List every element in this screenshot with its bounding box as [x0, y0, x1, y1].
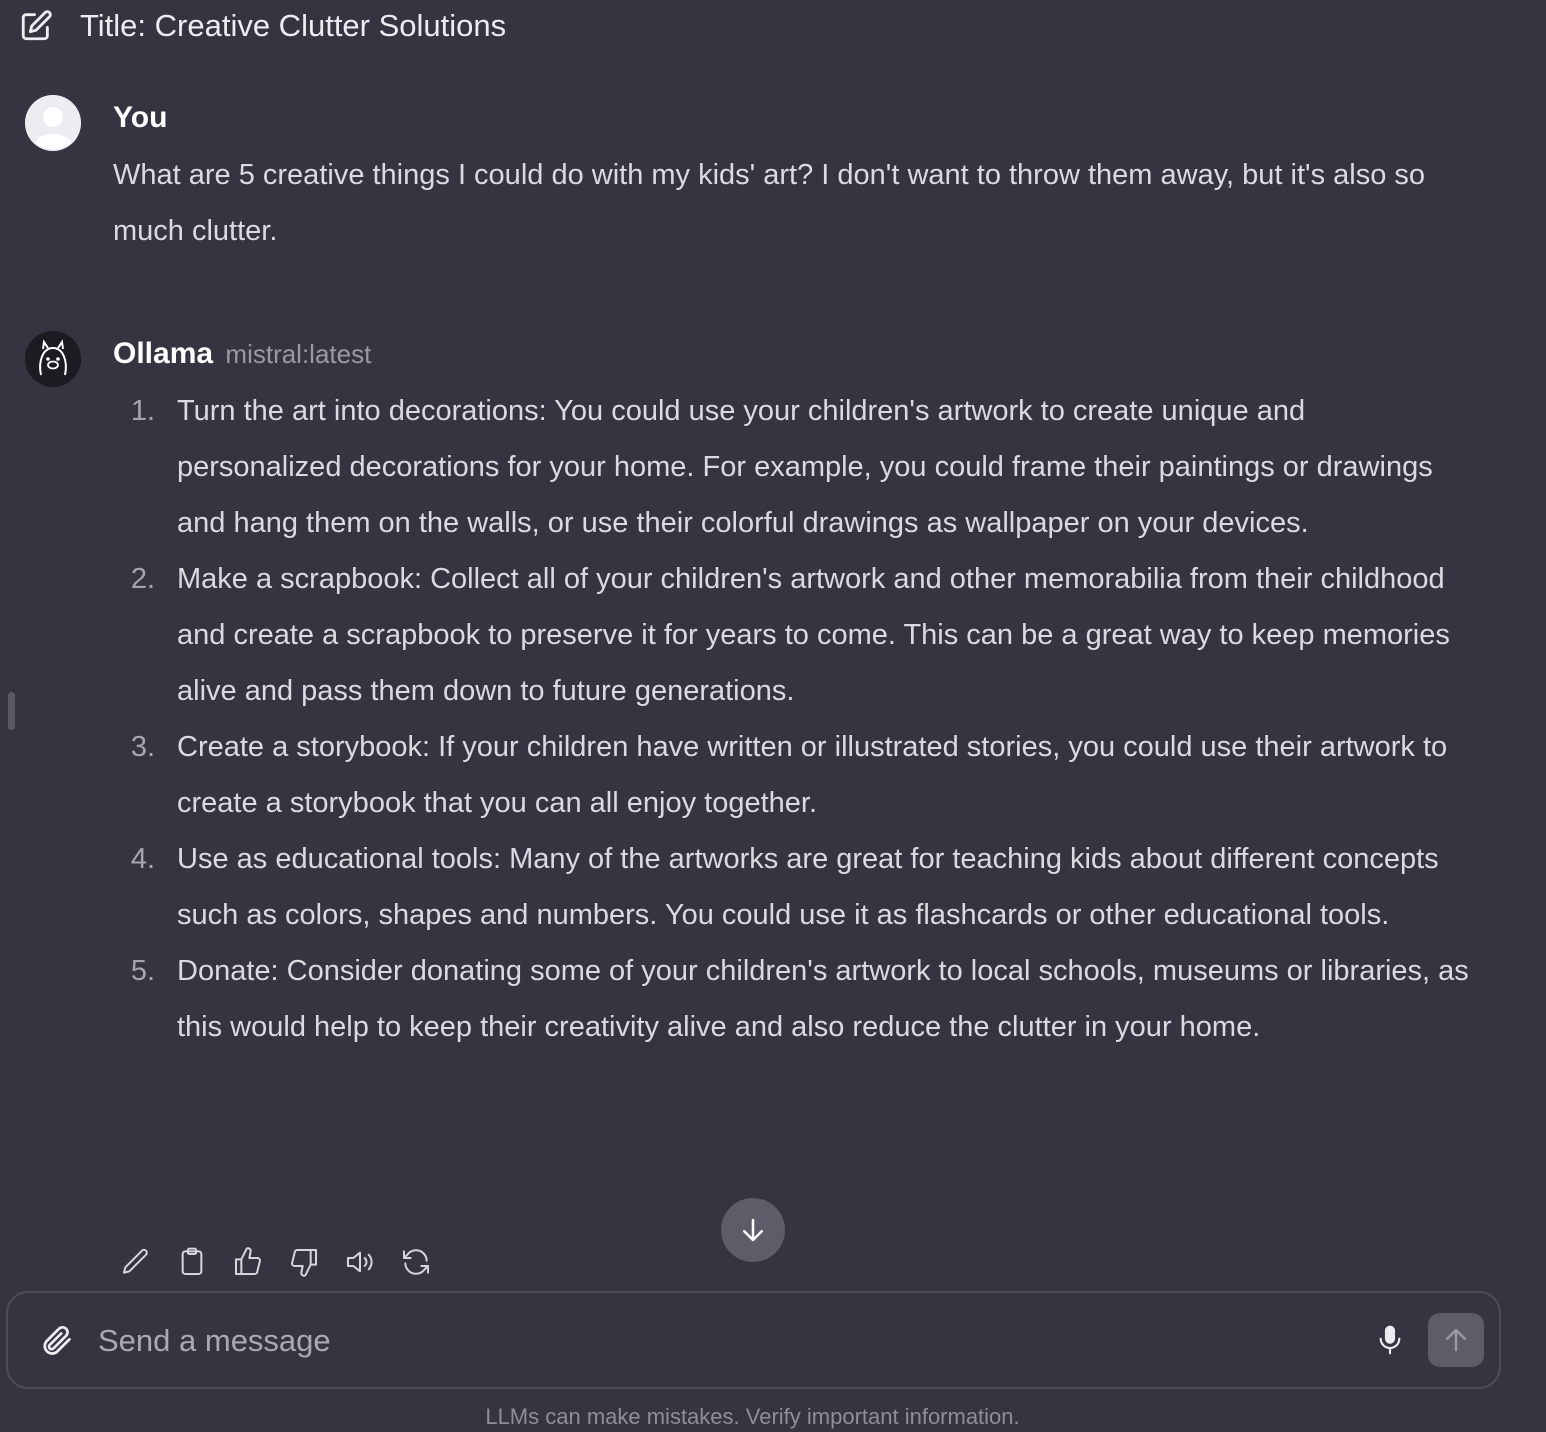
list-item-text: Use as educational tools: Many of the ar… — [177, 843, 1439, 931]
regenerate-icon[interactable] — [398, 1244, 434, 1280]
disclaimer-text: LLMs can make mistakes. Verify important… — [485, 1404, 1020, 1429]
sidebar-toggle-handle[interactable] — [8, 692, 15, 730]
edit-icon[interactable] — [118, 1244, 154, 1280]
arrow-down-icon — [743, 1218, 763, 1242]
thumbs-up-icon[interactable] — [230, 1244, 266, 1280]
chat-title: Title: Creative Clutter Solutions — [80, 8, 507, 43]
list-item: 4. Use as educational tools: Many of the… — [113, 831, 1473, 943]
llama-icon — [25, 331, 81, 387]
paperclip-icon[interactable] — [36, 1320, 76, 1360]
speaker-icon[interactable] — [342, 1244, 378, 1280]
edit-icon[interactable] — [18, 8, 54, 44]
chat-header: Title: Creative Clutter Solutions — [0, 0, 1546, 54]
list-item-number: 2. — [130, 563, 155, 595]
microphone-icon[interactable] — [1370, 1320, 1410, 1360]
list-item-number: 4. — [130, 843, 155, 875]
message-input[interactable] — [98, 1313, 1348, 1369]
list-item: 5. Donate: Consider donating some of you… — [113, 943, 1473, 1055]
list-item: 2. Make a scrapbook: Collect all of your… — [113, 551, 1473, 719]
thumbs-down-icon[interactable] — [286, 1244, 322, 1280]
copy-icon[interactable] — [174, 1244, 210, 1280]
list-item-number: 5. — [130, 955, 155, 987]
assistant-name: Ollama mistral:latest — [113, 337, 371, 371]
user-name: You — [113, 101, 168, 134]
user-silhouette-icon — [25, 95, 81, 151]
scroll-to-bottom-button[interactable] — [721, 1198, 785, 1262]
assistant-answer-list: 1. Turn the art into decorations: You co… — [113, 383, 1473, 1055]
model-tag: mistral:latest — [225, 339, 372, 369]
list-item-text: Create a storybook: If your children hav… — [177, 731, 1448, 819]
send-button[interactable] — [1428, 1313, 1484, 1367]
list-item-text: Make a scrapbook: Collect all of your ch… — [177, 563, 1450, 707]
list-item-text: Donate: Consider donating some of your c… — [177, 955, 1469, 1043]
assistant-name-label: Ollama — [113, 337, 214, 370]
message-actions — [118, 1244, 434, 1280]
list-item: 1. Turn the art into decorations: You co… — [113, 383, 1473, 551]
list-item-number: 1. — [130, 395, 155, 427]
ollama-avatar — [25, 331, 81, 387]
message-composer — [6, 1291, 1501, 1389]
user-avatar — [25, 95, 81, 151]
list-item: 3. Create a storybook: If your children … — [113, 719, 1473, 831]
list-item-number: 3. — [130, 731, 155, 763]
arrow-up-icon — [1446, 1328, 1466, 1352]
user-message-text: What are 5 creative things I could do wi… — [113, 159, 1426, 247]
list-item-text: Turn the art into decorations: You could… — [177, 395, 1433, 539]
